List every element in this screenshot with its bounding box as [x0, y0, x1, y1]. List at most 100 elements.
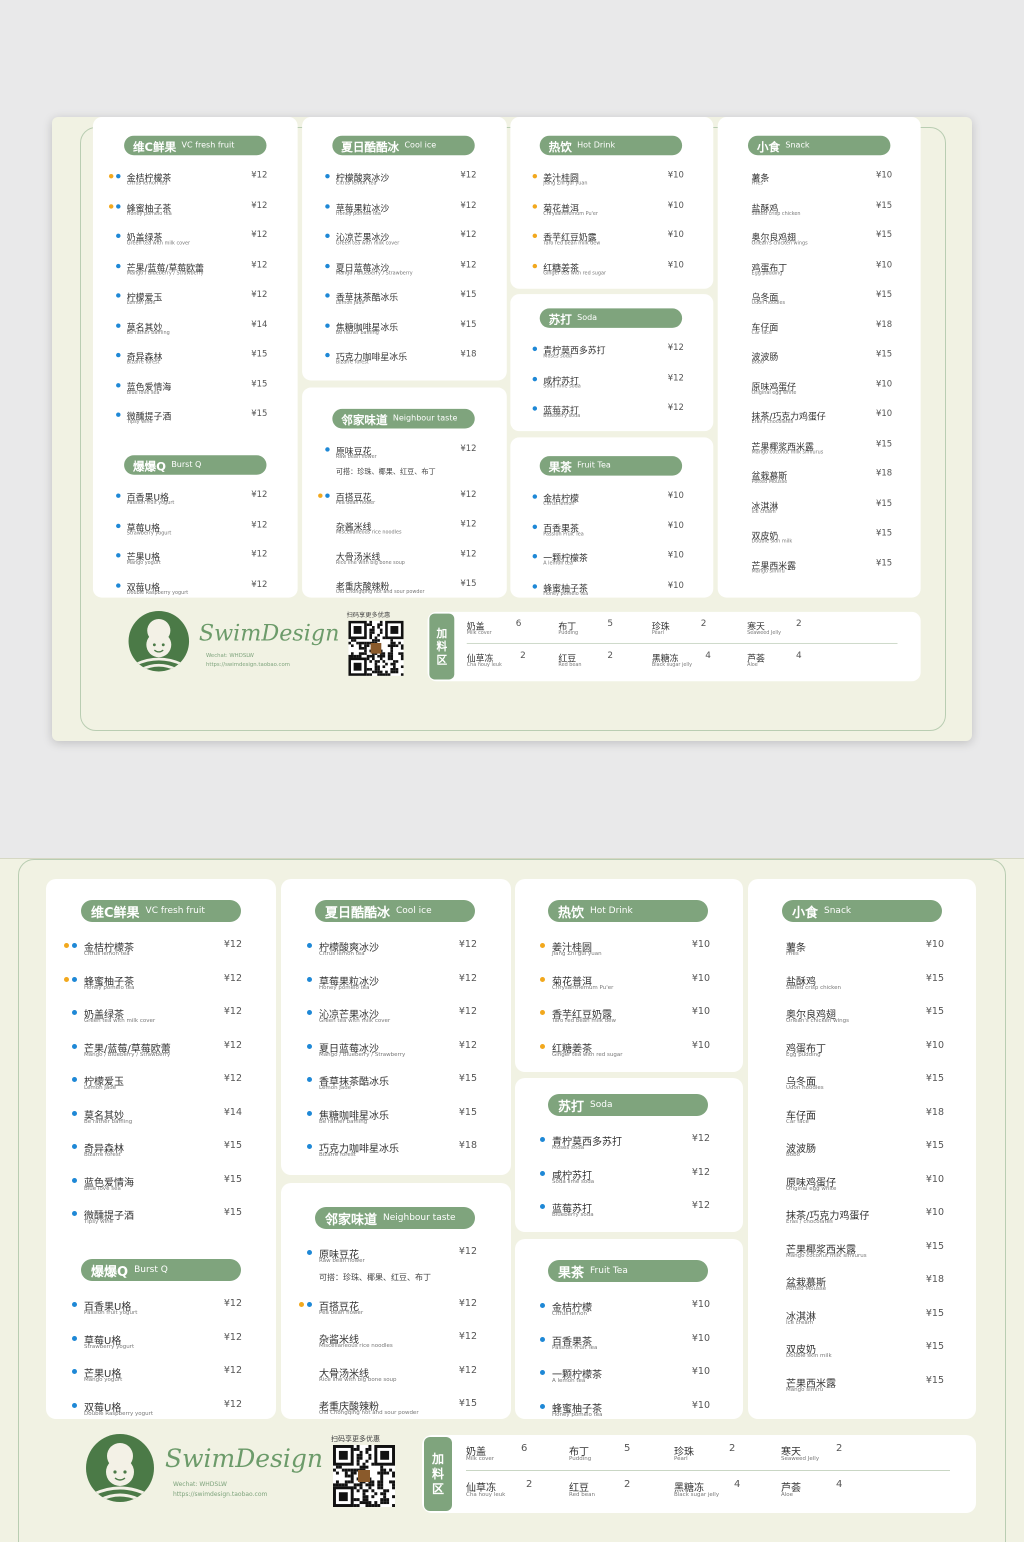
item-name-en: A lemon tea	[543, 561, 573, 567]
menu-item: 奶盖绿茶 Green tea with milk cover ¥12	[105, 230, 274, 253]
brand-name: SwimDesign	[198, 619, 340, 646]
recommend-dot-icon	[116, 293, 121, 298]
item-name-en: Citrus lemon tea	[335, 181, 377, 187]
addon-price: 2	[836, 1443, 843, 1454]
item-price: ¥12	[458, 1297, 477, 1309]
item-price: ¥15	[876, 230, 893, 240]
addon-title: 加料区	[431, 1451, 444, 1496]
item-price: ¥10	[691, 1399, 710, 1411]
item-name-en: Lemon Jade	[84, 1085, 117, 1091]
addon-price: 2	[520, 651, 526, 661]
qr-code-icon[interactable]	[348, 620, 404, 676]
item-name-en: Honey pomelo tea	[552, 1411, 603, 1418]
item-name-en: Egg pudding	[751, 270, 783, 276]
item-price: ¥18	[460, 349, 477, 360]
item-name-en: Chrysanthemum Pu'er	[543, 210, 598, 217]
item-name-en: Salted crisp chicken	[786, 984, 842, 991]
recommend-dot-icon	[72, 1144, 77, 1149]
recommend-dot-icon	[325, 203, 330, 209]
item-price: ¥12	[223, 1039, 242, 1051]
item-price: ¥15	[458, 1398, 477, 1409]
section-header-vc: 维C鲜果 VC fresh fruit	[81, 900, 241, 922]
item-name-en: Egg pudding	[786, 1051, 821, 1058]
recommend-dot-icon	[532, 406, 538, 411]
item-price: ¥10	[925, 939, 944, 950]
recommend-dot-icon	[540, 1336, 545, 1342]
item-price: ¥10	[876, 379, 893, 389]
addon-name-en: Pudding	[558, 630, 579, 636]
item-price: ¥15	[925, 972, 944, 984]
item-price: ¥12	[251, 259, 268, 270]
addon-item: 寒天 Seaweed Jelly 2	[781, 1443, 911, 1469]
section-title-en: VC fresh fruit	[181, 141, 235, 150]
item-name-en: Jiang Zhi gui yuan	[552, 951, 602, 957]
recommend-dot-icon	[72, 1402, 77, 1408]
item-name-en: Rice line with big bone soup	[319, 1376, 397, 1383]
item-price: ¥15	[925, 1240, 944, 1252]
section-title-cn: 邻家味道	[325, 1212, 378, 1228]
menu-item: 草莓果粒冰沙 Honey pomelo tea ¥12	[295, 973, 485, 999]
addon-name-en: Red bean	[558, 662, 582, 668]
recommend-dot-icon	[72, 1110, 77, 1116]
item-name-en: Fries	[751, 181, 763, 187]
item-name-en: Citrus lemon tea	[84, 951, 130, 957]
item-price: ¥10	[667, 200, 684, 211]
item-name-en: Honey pomelo tea	[319, 984, 370, 991]
addon-name-en: Red bean	[569, 1492, 595, 1498]
section-header-snack: 小食 Snack	[747, 135, 891, 156]
addon-price: 4	[796, 651, 802, 661]
item-name-en: Mango coconut milk simiurus	[786, 1252, 867, 1259]
menu-item: 姜汁桂圆 Jiang Zhi gui yuan ¥10	[522, 170, 691, 193]
item-name-en: Potted Mousse	[751, 479, 788, 485]
item-price: ¥10	[667, 580, 684, 591]
item-name-en: Jiang Zhi gui yuan	[543, 181, 588, 187]
section-title-en: Burst Q	[134, 1265, 168, 1275]
item-name-en: Blue love sea	[126, 389, 160, 396]
section-title-en: Neighbour taste	[383, 1213, 456, 1223]
item-price: ¥12	[251, 549, 268, 560]
item-price: ¥12	[460, 200, 477, 211]
menu-item: 百香果U格 Passion fruit yogurt ¥12	[60, 1298, 250, 1324]
item-name-en: Bizarre forest	[84, 1152, 121, 1158]
qr-code-icon[interactable]	[333, 1445, 395, 1507]
item-name-en: Blueberry soda	[543, 413, 581, 419]
brand-url[interactable]: https://swimdesign.taobao.com	[206, 662, 290, 668]
menu-item: 芒果西米露 Mango simiru ¥15	[730, 558, 899, 581]
recommend-dot-icon	[532, 346, 538, 352]
hot-dot-icon	[108, 173, 114, 179]
addon-price: 5	[624, 1443, 631, 1454]
item-name-en: Car face	[786, 1118, 809, 1125]
recommend-dot-icon	[116, 523, 121, 528]
recommend-dot-icon	[325, 263, 330, 268]
section-title-cn: 果茶	[548, 460, 572, 475]
recommend-dot-icon	[72, 943, 77, 948]
item-price: ¥15	[925, 1006, 944, 1017]
menu-item: 焦糖咖啡星冰乐 Be rather baffling ¥15	[315, 319, 484, 342]
neighbour-topping-note: 可搭：珍珠、椰果、红豆、布丁	[335, 467, 436, 476]
item-price: ¥15	[458, 1073, 477, 1084]
item-price: ¥10	[691, 1299, 710, 1310]
recommend-dot-icon	[307, 1144, 312, 1149]
section-title-en: Neighbour taste	[392, 414, 458, 424]
menu-item: 波波肠 Bobo ¥15	[762, 1140, 952, 1166]
item-price: ¥15	[223, 1140, 242, 1151]
section-title-cn: 夏日酷酷冰	[325, 905, 391, 921]
item-name-en: A lemon tea	[552, 1378, 586, 1384]
item-name-en: Mango / Blueberry / Strawberry	[84, 1051, 171, 1058]
item-name-en: Tipsy wine	[126, 419, 153, 425]
item-price: ¥12	[223, 939, 242, 950]
brand-url[interactable]: https://swimdesign.taobao.com	[173, 1491, 267, 1498]
item-price: ¥12	[251, 519, 268, 530]
recommend-dot-icon	[532, 494, 538, 499]
item-name-en: Lemon Jade	[319, 1085, 352, 1091]
menu-item: 柠檬酸爽冰沙 Citrus lemon tea ¥12	[315, 170, 484, 193]
item-name-en: Passion fruit yogurt	[84, 1310, 138, 1316]
recommend-dot-icon	[116, 352, 121, 358]
menu-item: 百香果茶 Passion Fruit Tea ¥10	[528, 1333, 718, 1359]
menu-item: 莫名其妙 Be rather baffling ¥14	[105, 319, 274, 342]
item-name-en: Car face	[751, 330, 772, 336]
recommend-dot-icon	[325, 173, 330, 179]
recommend-dot-icon	[72, 1177, 77, 1183]
section-title-en: Snack	[785, 141, 810, 150]
hot-dot-icon	[299, 1301, 304, 1307]
